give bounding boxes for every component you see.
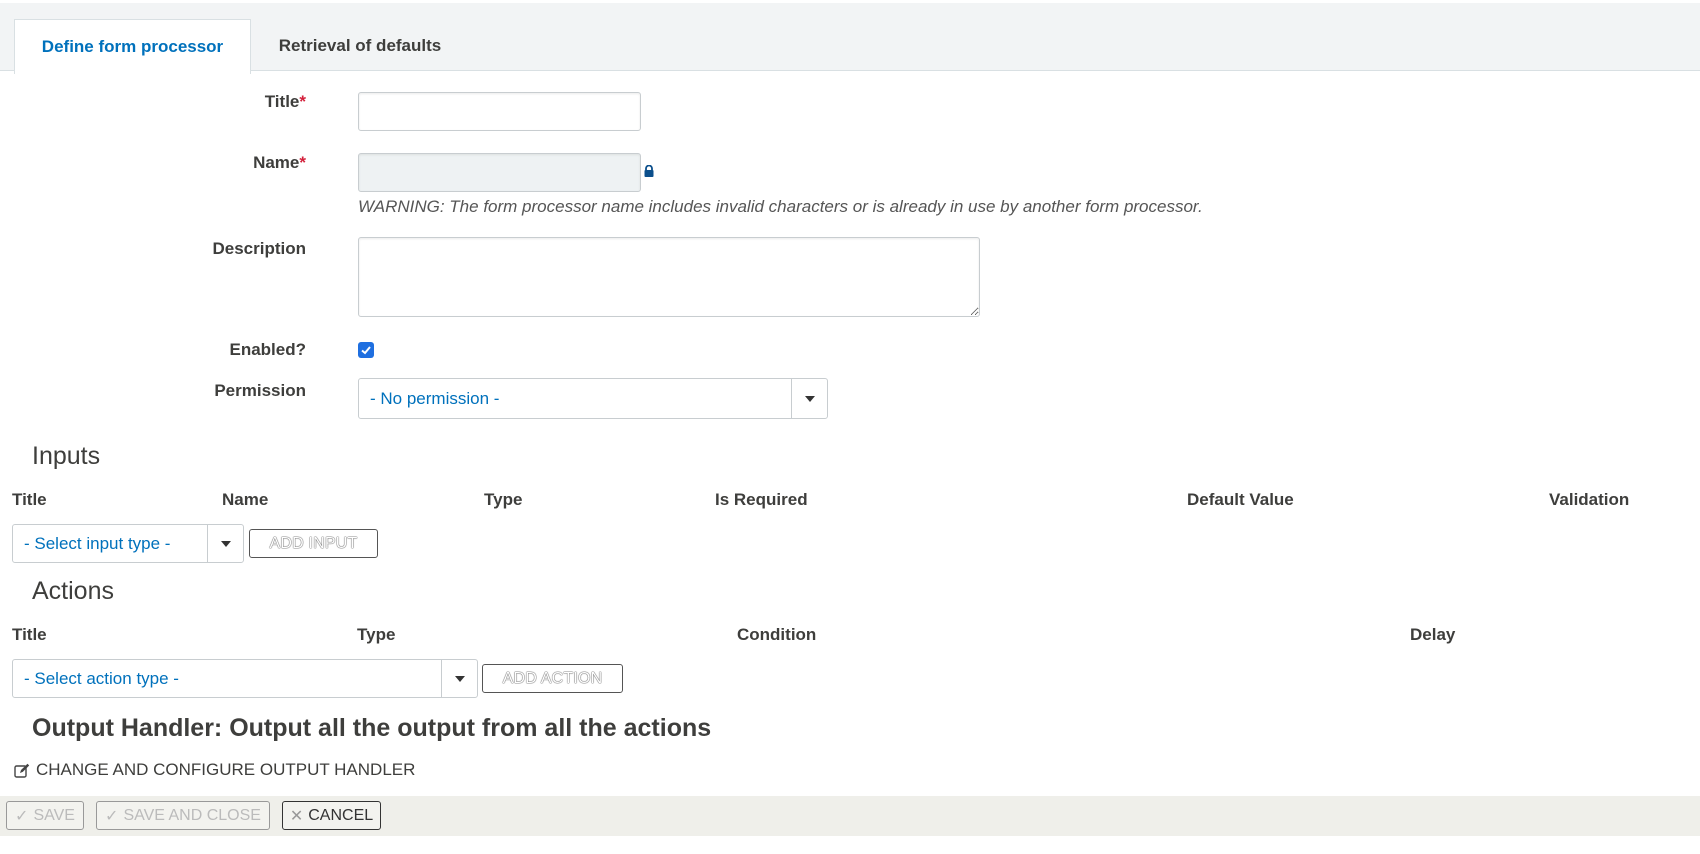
inputs-col-default-value: Default Value (1187, 490, 1294, 509)
name-input[interactable] (358, 153, 641, 192)
enabled-label: Enabled? (6, 340, 306, 360)
permission-select-value: - No permission - (370, 388, 500, 408)
check-icon: ✓ (105, 807, 119, 825)
add-action-button[interactable]: ADD ACTION (482, 664, 623, 693)
check-icon: ✓ (15, 807, 29, 825)
save-button[interactable]: ✓ SAVE (6, 801, 84, 830)
cancel-button[interactable]: ✕ CANCEL (282, 801, 381, 830)
inputs-heading: Inputs (32, 442, 101, 470)
description-textarea[interactable] (358, 237, 980, 317)
save-and-close-label: SAVE AND CLOSE (123, 806, 261, 824)
required-marker: * (299, 153, 306, 172)
actions-col-title: Title (12, 625, 47, 644)
required-marker: * (299, 92, 306, 111)
chevron-down-icon (207, 525, 243, 562)
save-and-close-button[interactable]: ✓ SAVE AND CLOSE (96, 801, 270, 830)
enabled-label-text: Enabled? (229, 340, 306, 359)
permission-select[interactable]: - No permission - (358, 378, 828, 419)
inputs-col-is-required: Is Required (715, 490, 808, 509)
save-label: SAVE (33, 806, 75, 824)
enabled-checkbox[interactable] (358, 342, 374, 358)
description-label-text: Description (212, 239, 306, 258)
input-type-select-value: - Select input type - (24, 533, 171, 553)
name-warning: WARNING: The form processor name include… (358, 197, 1203, 216)
inputs-col-type: Type (484, 490, 523, 509)
permission-label-text: Permission (214, 381, 306, 400)
permission-label: Permission (6, 381, 306, 401)
close-icon: ✕ (289, 807, 304, 825)
title-input[interactable] (358, 92, 641, 131)
edit-icon (14, 763, 30, 778)
tab-retrieval-of-defaults[interactable]: Retrieval of defaults (251, 19, 469, 72)
cancel-label: CANCEL (308, 806, 374, 824)
footer-bar: ✓ SAVE ✓ SAVE AND CLOSE ✕ CANCEL (0, 796, 1700, 836)
actions-col-condition: Condition (737, 625, 817, 644)
chevron-down-icon (791, 379, 827, 418)
change-output-handler-label: CHANGE AND CONFIGURE OUTPUT HANDLER (36, 760, 416, 779)
inputs-col-name: Name (222, 490, 269, 509)
add-input-button[interactable]: ADD INPUT (249, 529, 378, 558)
check-icon (361, 346, 371, 355)
name-label: Name* (6, 153, 306, 173)
action-type-select[interactable]: - Select action type - (12, 659, 478, 698)
actions-col-delay: Delay (1410, 625, 1456, 644)
action-type-select-value: - Select action type - (24, 668, 179, 688)
name-label-text: Name (253, 153, 300, 172)
title-label: Title* (6, 92, 306, 112)
input-type-select[interactable]: - Select input type - (12, 524, 244, 563)
tab-define-form-processor[interactable]: Define form processor (14, 19, 251, 74)
actions-col-type: Type (357, 625, 396, 644)
inputs-col-title: Title (12, 490, 47, 509)
tabs-bar: Define form processor Retrieval of defau… (0, 3, 1700, 74)
inputs-col-validation: Validation (1549, 490, 1630, 509)
title-label-text: Title (264, 92, 300, 111)
chevron-down-icon (441, 660, 477, 697)
description-label: Description (6, 239, 306, 259)
lock-icon (644, 165, 654, 177)
change-output-handler-link[interactable]: CHANGE AND CONFIGURE OUTPUT HANDLER (14, 760, 415, 780)
actions-heading: Actions (32, 577, 114, 605)
output-handler-heading: Output Handler: Output all the output fr… (32, 714, 712, 742)
